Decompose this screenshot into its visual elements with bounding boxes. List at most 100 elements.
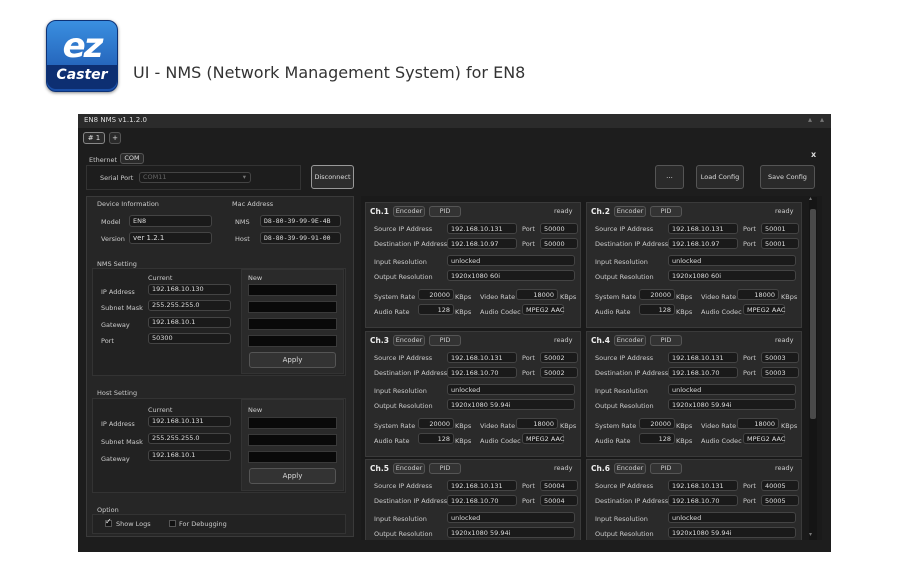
nms-mask-new-input[interactable]	[248, 301, 337, 313]
encoder-tab[interactable]: Encoder	[614, 335, 646, 346]
pid-tab[interactable]: PID	[429, 206, 461, 217]
pid-tab[interactable]: PID	[650, 335, 682, 346]
ellipsis-button[interactable]: ...	[655, 165, 684, 189]
tab-1[interactable]: # 1	[83, 132, 105, 144]
host-setting-title: Host Setting	[97, 389, 138, 397]
output-resolution-field: 1920x1080 59.94i	[668, 399, 796, 410]
field-label: Output Resolution	[595, 530, 654, 538]
pid-tab[interactable]: PID	[429, 463, 461, 474]
disconnect-button[interactable]: Disconnect	[311, 165, 354, 189]
dst-port-field: 50003	[761, 367, 799, 378]
field-label: Video Rate	[701, 422, 737, 430]
show-logs-checkbox[interactable]: ✓	[105, 517, 112, 527]
output-resolution-field: 1920x1080 60i	[447, 270, 575, 281]
scroll-up-icon[interactable]: ▴	[809, 195, 812, 202]
audio-rate-field: 128	[639, 304, 675, 315]
field-label: Output Resolution	[595, 402, 654, 410]
host-mask-new-input[interactable]	[248, 434, 337, 446]
nms-mac-field: D8-80-39-99-9E-4B	[260, 215, 341, 227]
nms-port-current: 50300	[148, 333, 231, 344]
field-label: Output Resolution	[374, 530, 433, 538]
unit-label: KBps	[676, 293, 693, 301]
encoder-tab[interactable]: Encoder	[393, 463, 425, 474]
nms-mask-current: 255.255.255.0	[148, 300, 231, 311]
status-text: ready	[775, 336, 794, 344]
channel-panel: Ch.1 Encoder PID ready Source IP Address 192.…	[365, 202, 581, 328]
unit-label: KBps	[560, 293, 577, 301]
window-title: EN8 NMS v1.1.2.0	[84, 116, 147, 124]
nms-gateway-new-input[interactable]	[248, 318, 337, 330]
channel-name: Ch.5	[370, 464, 389, 473]
maximize-icon[interactable]: ▴	[820, 115, 824, 124]
field-label: Video Rate	[480, 293, 516, 301]
save-config-button[interactable]: Save Config	[760, 165, 815, 189]
tab-ethernet[interactable]: Ethernet	[89, 156, 117, 164]
debugging-checkbox[interactable]	[169, 520, 176, 527]
unit-label: KBps	[560, 422, 577, 430]
dst-ip-field: 192.168.10.70	[668, 495, 738, 506]
field-label: Destination IP Address	[595, 369, 669, 377]
dst-port-field: 50002	[540, 367, 578, 378]
serial-port-select[interactable]: COM11 ▾	[139, 172, 251, 183]
field-label: Video Rate	[480, 422, 516, 430]
src-ip-field: 192.168.10.131	[668, 480, 738, 491]
field-label: Source IP Address	[374, 225, 433, 233]
scrollbar[interactable]: ▴ ▾	[809, 195, 817, 540]
channel-name: Ch.1	[370, 207, 389, 216]
model-field: EN8	[129, 215, 212, 227]
field-label: Destination IP Address	[374, 240, 448, 248]
channel-name: Ch.6	[591, 464, 610, 473]
field-label: Source IP Address	[595, 225, 654, 233]
unit-label: KBps	[455, 437, 472, 445]
nms-apply-button[interactable]: Apply	[249, 352, 336, 368]
field-label: Input Resolution	[595, 515, 648, 523]
status-text: ready	[554, 336, 573, 344]
encoder-tab[interactable]: Encoder	[614, 206, 646, 217]
src-port-field: 50002	[540, 352, 578, 363]
version-field: ver 1.2.1	[129, 232, 212, 244]
field-label: Video Rate	[701, 293, 737, 301]
field-label: Output Resolution	[374, 273, 433, 281]
device-info-title: Device Information	[97, 200, 159, 208]
port-label: Port	[743, 354, 756, 362]
dst-ip-field: 192.168.10.70	[447, 367, 517, 378]
field-label: Destination IP Address	[374, 369, 448, 377]
pid-tab[interactable]: PID	[429, 335, 461, 346]
dst-port-field: 50004	[540, 495, 578, 506]
load-config-button[interactable]: Load Config	[696, 165, 744, 189]
src-ip-field: 192.168.10.131	[447, 480, 517, 491]
input-resolution-field: unlocked	[447, 384, 575, 395]
scrollbar-thumb[interactable]	[810, 209, 816, 419]
src-port-field: 40005	[761, 480, 799, 491]
encoder-tab[interactable]: Encoder	[393, 206, 425, 217]
port-label: Port	[743, 225, 756, 233]
channel-panel: Ch.4 Encoder PID ready Source IP Address 192.…	[586, 331, 802, 457]
page-caption: UI - NMS (Network Management System) for…	[133, 63, 526, 82]
audio-rate-field: 128	[639, 433, 675, 444]
host-apply-button[interactable]: Apply	[249, 468, 336, 484]
status-text: ready	[554, 464, 573, 472]
audio-codec-field: MPEG2 AAC	[522, 304, 564, 315]
dst-ip-field: 192.168.10.97	[668, 238, 738, 249]
host-ip-new-input[interactable]	[248, 417, 337, 429]
minimize-icon[interactable]: ▴	[808, 115, 812, 124]
pid-tab[interactable]: PID	[650, 463, 682, 474]
system-rate-field: 20000	[639, 289, 675, 300]
encoder-tab[interactable]: Encoder	[614, 463, 646, 474]
serial-port-label: Serial Port	[100, 174, 134, 182]
video-rate-field: 18000	[516, 289, 558, 300]
nms-ip-new-input[interactable]	[248, 284, 337, 296]
add-tab-button[interactable]: +	[109, 132, 121, 144]
host-gateway-new-input[interactable]	[248, 451, 337, 463]
src-ip-field: 192.168.10.131	[447, 352, 517, 363]
encoder-tab[interactable]: Encoder	[393, 335, 425, 346]
field-label: Output Resolution	[374, 402, 433, 410]
nms-port-new-input[interactable]	[248, 335, 337, 347]
src-port-field: 50001	[761, 223, 799, 234]
scroll-down-icon[interactable]: ▾	[809, 531, 812, 538]
close-icon[interactable]: x	[811, 150, 816, 159]
check-icon: ✓	[105, 517, 112, 526]
field-label: Input Resolution	[374, 515, 427, 523]
tab-com[interactable]: COM	[120, 153, 144, 164]
pid-tab[interactable]: PID	[650, 206, 682, 217]
